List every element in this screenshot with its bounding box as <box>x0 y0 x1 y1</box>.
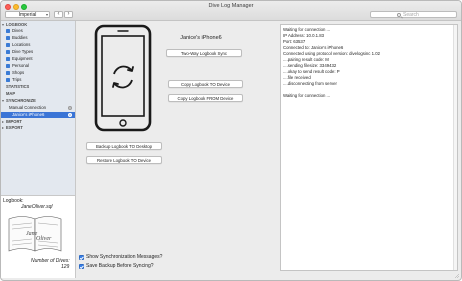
log-line: IP Address: 10.0.1.83 <box>283 33 325 38</box>
chevron-left-icon: ‹ <box>57 11 60 17</box>
search-placeholder: Search <box>403 12 419 18</box>
device-badge: 0 <box>68 113 72 117</box>
sidebar-item-label: Locations <box>12 42 31 47</box>
sidebar-item-trips[interactable]: Trips <box>1 77 75 83</box>
sidebar-item-label: Equipment <box>12 56 33 61</box>
back-button[interactable]: ‹ <box>54 11 63 18</box>
sidebar-section-synchronize[interactable]: ▾ SYNCHRONIZE <box>1 98 75 104</box>
sidebar-item-equipment[interactable]: Equipment <box>1 56 75 62</box>
log-line: ....sending filesize: 3349432 <box>283 63 337 68</box>
section-label: STATISTICS <box>6 84 30 89</box>
restore-to-device-button[interactable]: Restore Logbook TO Device <box>86 156 162 164</box>
device-name: Janice's iPhone6 <box>180 35 222 41</box>
save-backup-label: Save Backup Before Syncing? <box>86 263 154 269</box>
log-scrollbar[interactable] <box>453 25 457 270</box>
disclosure-closed-icon: ▸ <box>2 125 5 130</box>
forward-button[interactable]: › <box>64 11 73 18</box>
log-line: Connected to: Janice's iPhone6 <box>283 45 344 50</box>
logbook-panel: Logbook: JaneOliver.sql Jane Oliver Numb… <box>1 195 76 278</box>
sidebar-item-janices-iphone6[interactable]: Janice's iPhone6 0 <box>1 112 75 118</box>
search-icon <box>397 13 401 17</box>
sidebar-item-buddies[interactable]: Buddies <box>1 35 75 41</box>
section-label: EXPORT <box>6 125 23 130</box>
sidebar-item-label: Personal <box>12 63 29 68</box>
show-sync-messages-label: Show Synchronization Messages? <box>86 254 163 260</box>
sidebar-item-locations[interactable]: Locations <box>1 42 75 48</box>
device-badge: 0 <box>68 106 72 110</box>
sidebar-item-statistics[interactable]: STATISTICS <box>1 84 75 90</box>
sidebar-item-label: Trips <box>12 77 22 82</box>
log-line: Port: 63537 <box>283 39 306 44</box>
window-title: Dive Log Manager <box>208 3 254 9</box>
log-line: ....disconnecting from server <box>283 81 337 86</box>
sidebar-item-dive-types[interactable]: Dive Types <box>1 49 75 55</box>
log-line: ....pairing result code: M <box>283 57 329 62</box>
sidebar-item-label: Shops <box>12 70 25 75</box>
sidebar-section-export[interactable]: ▸ EXPORT <box>1 125 75 131</box>
sidebar-item-personal[interactable]: Personal <box>1 63 75 69</box>
sidebar-item-label: Buddies <box>12 35 28 40</box>
log-line: ....file received <box>283 75 311 80</box>
dives-icon <box>6 29 10 33</box>
save-backup-checkbox[interactable] <box>79 264 84 269</box>
sidebar-item-manual-connection[interactable]: Manual Connection 0 <box>1 105 75 111</box>
app-window: Dive Log Manager Imperial ▾ ‹ › Search ▾… <box>0 0 462 281</box>
phone-sync-icon <box>94 24 152 132</box>
trips-icon <box>6 78 10 82</box>
logbook-book-icon: Jane Oliver <box>8 216 62 252</box>
chevron-down-icon: ▾ <box>45 12 48 17</box>
log-line: ....okay to send result code: P <box>283 69 340 74</box>
equipment-icon <box>6 57 10 61</box>
section-label: MAP <box>6 91 16 96</box>
log-line: Waiting for connection ... <box>283 93 331 98</box>
log-line: Waiting for connection ... <box>283 27 331 32</box>
dive-types-icon <box>6 50 10 54</box>
sidebar-item-label: Dive Types <box>12 49 34 54</box>
sidebar-item-label: Manual Connection <box>9 105 47 110</box>
personal-icon <box>6 64 10 68</box>
sidebar-item-map[interactable]: MAP <box>1 91 75 97</box>
chevron-right-icon: › <box>67 11 70 17</box>
title-bar: Dive Log Manager Imperial ▾ ‹ › Search <box>1 1 461 21</box>
section-label: SYNCHRONIZE <box>6 98 36 103</box>
two-way-sync-button[interactable]: Two-Way Logbook Sync <box>166 49 242 57</box>
resize-grip-icon[interactable] <box>454 273 459 278</box>
buddies-icon <box>6 36 10 40</box>
copy-from-device-button[interactable]: Copy Logbook FROM Device <box>168 94 243 102</box>
sidebar-item-label: Dives <box>12 28 23 33</box>
sidebar-item-shops[interactable]: Shops <box>1 70 75 76</box>
disclosure-open-icon: ▾ <box>2 98 5 103</box>
sync-log-view[interactable]: Waiting for connection ... IP Address: 1… <box>280 24 458 271</box>
shops-icon <box>6 71 10 75</box>
copy-to-device-button[interactable]: Copy Logbook TO Device <box>168 80 243 88</box>
sidebar-item-label: Janice's iPhone6 <box>12 112 45 117</box>
backup-to-desktop-button[interactable]: Backup Logbook TO Desktop <box>86 142 162 150</box>
sidebar: ▾ LOGBOOK Dives Buddies Locations Dive T… <box>1 21 76 195</box>
number-of-dives-value: 129 <box>61 264 70 270</box>
locations-icon <box>6 43 10 47</box>
show-sync-messages-checkbox[interactable] <box>79 255 84 260</box>
logbook-filename: JaneOliver.sql <box>21 204 53 210</box>
units-select[interactable]: Imperial ▾ <box>5 11 50 18</box>
units-select-value: Imperial <box>18 12 37 18</box>
sidebar-item-dives[interactable]: Dives <box>1 28 75 34</box>
book-text-2: Oliver <box>36 236 52 242</box>
search-input[interactable]: Search <box>370 11 457 18</box>
log-line: Connected using protocol version: divelo… <box>283 51 380 56</box>
